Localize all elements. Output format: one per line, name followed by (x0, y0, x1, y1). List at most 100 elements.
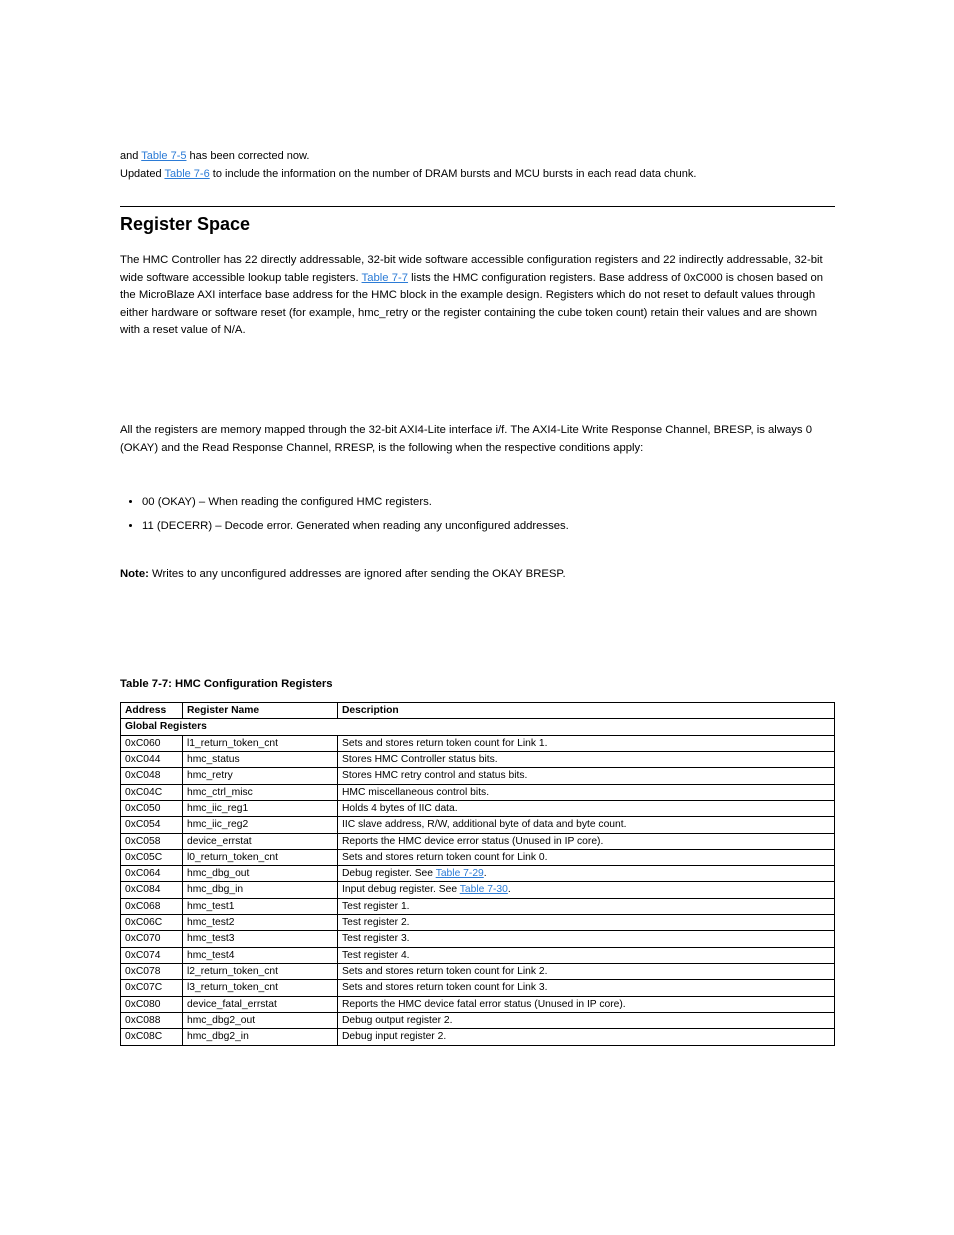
table-row: 0xC070hmc_test3Test register 3. (121, 931, 835, 947)
cell-addr: 0xC044 (121, 751, 183, 767)
cell-addr: 0xC054 (121, 817, 183, 833)
cell-desc: Stores HMC retry control and status bits… (338, 768, 835, 784)
group-global: Global Registers (121, 719, 835, 735)
bullet-2: 11 (DECERR) – Decode error. Generated wh… (142, 518, 857, 536)
cell-name: hmc_dbg2_in (183, 1029, 338, 1045)
cell-addr: 0xC070 (121, 931, 183, 947)
cell-addr: 0xC064 (121, 866, 183, 882)
note-label: Note: (120, 568, 149, 580)
cell-desc: Test register 4. (338, 947, 835, 963)
cell-name: device_fatal_errstat (183, 996, 338, 1012)
table-row: 0xC078l2_return_token_cntSets and stores… (121, 964, 835, 980)
table-row: 0xC08Chmc_dbg2_inDebug input register 2. (121, 1029, 835, 1045)
header-line1-prefix: and (120, 150, 141, 162)
cell-desc: Holds 4 bytes of IIC data. (338, 800, 835, 816)
cell-desc: Test register 1. (338, 898, 835, 914)
cell-addr: 0xC078 (121, 964, 183, 980)
cell-name: hmc_dbg2_out (183, 1012, 338, 1028)
cell-desc: Sets and stores return token count for L… (338, 735, 835, 751)
cell-desc: Stores HMC Controller status bits. (338, 751, 835, 767)
cell-addr: 0xC08C (121, 1029, 183, 1045)
table-row: 0xC07Cl3_return_token_cntSets and stores… (121, 980, 835, 996)
cell-name: hmc_dbg_out (183, 866, 338, 882)
bullet-1: 00 (OKAY) – When reading the configured … (142, 494, 857, 512)
col-address: Address (121, 703, 183, 719)
section-title: Register Space (120, 214, 250, 235)
cell-name: l2_return_token_cnt (183, 964, 338, 980)
cell-addr: 0xC084 (121, 882, 183, 898)
table-row: 0xC04Chmc_ctrl_miscHMC miscellaneous con… (121, 784, 835, 800)
cell-addr: 0xC058 (121, 833, 183, 849)
table-row: 0xC048hmc_retryStores HMC retry control … (121, 768, 835, 784)
table-row: 0xC050hmc_iic_reg1Holds 4 bytes of IIC d… (121, 800, 835, 816)
cell-desc: Reports the HMC device error status (Unu… (338, 833, 835, 849)
link-table-7-29[interactable]: Table 7-29 (436, 868, 484, 879)
table-row: 0xC054hmc_iic_reg2IIC slave address, R/W… (121, 817, 835, 833)
cell-addr: 0xC074 (121, 947, 183, 963)
link-table-7-30[interactable]: Table 7-30 (460, 884, 508, 895)
col-register-name: Register Name (183, 703, 338, 719)
cell-name: hmc_test4 (183, 947, 338, 963)
table-row: 0xC05Cl0_return_token_cntSets and stores… (121, 849, 835, 865)
col-description: Description (338, 703, 835, 719)
cell-name: l1_return_token_cnt (183, 735, 338, 751)
table-caption: Table 7-7: HMC Configuration Registers (120, 678, 333, 690)
mmap-note: All the registers are memory mapped thro… (120, 422, 835, 457)
table-row: 0xC060l1_return_token_cntSets and stores… (121, 735, 835, 751)
cell-desc: HMC miscellaneous control bits. (338, 784, 835, 800)
table-row: 0xC080device_fatal_errstatReports the HM… (121, 996, 835, 1012)
cell-desc: IIC slave address, R/W, additional byte … (338, 817, 835, 833)
cell-name: hmc_test3 (183, 931, 338, 947)
link-table-7-7[interactable]: Table 7-7 (362, 272, 408, 284)
cell-name: hmc_status (183, 751, 338, 767)
cell-desc: Test register 3. (338, 931, 835, 947)
cell-name: hmc_test1 (183, 898, 338, 914)
cell-name: device_errstat (183, 833, 338, 849)
cell-addr: 0xC050 (121, 800, 183, 816)
cell-desc: Sets and stores return token count for L… (338, 980, 835, 996)
header-line2-prefix: Updated (120, 168, 164, 180)
cell-addr: 0xC060 (121, 735, 183, 751)
table-group-row: Global Registers (121, 719, 835, 735)
cell-addr: 0xC080 (121, 996, 183, 1012)
link-table-7-5[interactable]: Table 7-5 (141, 150, 186, 162)
table-row: 0xC068hmc_test1Test register 1. (121, 898, 835, 914)
cell-addr: 0xC06C (121, 915, 183, 931)
table-row: 0xC058device_errstatReports the HMC devi… (121, 833, 835, 849)
table-row: 0xC064hmc_dbg_out Debug register. See Ta… (121, 866, 835, 882)
cell-desc: Reports the HMC device fatal error statu… (338, 996, 835, 1012)
cell-desc: Debug output register 2. (338, 1012, 835, 1028)
cell-addr: 0xC04C (121, 784, 183, 800)
cell-desc: Test register 2. (338, 915, 835, 931)
table-header-row: Address Register Name Description (121, 703, 835, 719)
table-row: 0xC084hmc_dbg_in Input debug register. S… (121, 882, 835, 898)
table-row: 0xC088hmc_dbg2_outDebug output register … (121, 1012, 835, 1028)
cell-desc: Debug register. See Table 7-29. (338, 866, 835, 882)
header-line1-suffix: has been corrected now. (190, 150, 310, 162)
table-row: 0xC06Chmc_test2Test register 2. (121, 915, 835, 931)
cell-name: l0_return_token_cnt (183, 849, 338, 865)
cell-desc: Sets and stores return token count for L… (338, 964, 835, 980)
cell-addr: 0xC07C (121, 980, 183, 996)
cell-name: hmc_test2 (183, 915, 338, 931)
link-table-7-6[interactable]: Table 7-6 (164, 168, 209, 180)
cell-addr: 0xC088 (121, 1012, 183, 1028)
note-body: Writes to any unconfigured addresses are… (152, 568, 566, 580)
cell-name: l3_return_token_cnt (183, 980, 338, 996)
cell-name: hmc_ctrl_misc (183, 784, 338, 800)
cell-addr: 0xC068 (121, 898, 183, 914)
cell-name: hmc_dbg_in (183, 882, 338, 898)
cell-desc: Debug input register 2. (338, 1029, 835, 1045)
table-row: 0xC074hmc_test4Test register 4. (121, 947, 835, 963)
cell-addr: 0xC048 (121, 768, 183, 784)
table-row: 0xC044hmc_statusStores HMC Controller st… (121, 751, 835, 767)
cell-name: hmc_iic_reg2 (183, 817, 338, 833)
cell-name: hmc_retry (183, 768, 338, 784)
cell-desc: Input debug register. See Table 7-30. (338, 882, 835, 898)
config-registers-table: Address Register Name Description Global… (120, 702, 835, 1046)
cell-name: hmc_iic_reg1 (183, 800, 338, 816)
cell-addr: 0xC05C (121, 849, 183, 865)
section-rule (120, 206, 835, 207)
header-line2-suffix: to include the information on the number… (213, 168, 697, 180)
cell-desc: Sets and stores return token count for L… (338, 849, 835, 865)
